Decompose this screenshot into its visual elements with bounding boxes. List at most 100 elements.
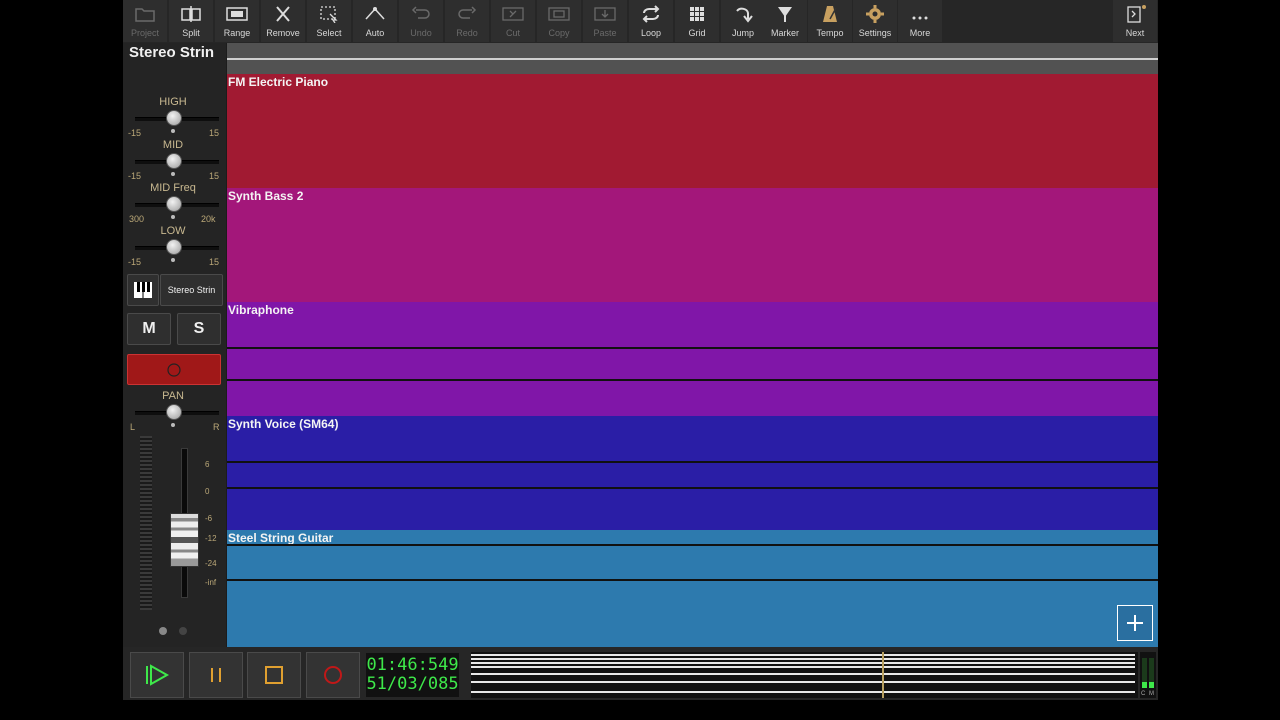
paste-button[interactable]: Paste <box>583 0 627 42</box>
track-name: FM Electric Piano <box>228 75 329 89</box>
cut-button[interactable]: Cut <box>491 0 535 42</box>
track-steel-string-guitar[interactable]: Steel String Guitar <box>227 530 1158 647</box>
copy-icon <box>548 7 570 21</box>
time-display[interactable]: 01:46:549 51/03/085 <box>366 653 459 697</box>
track-name: Synth Voice (SM64) <box>228 417 339 431</box>
tempo-button[interactable]: Tempo <box>808 0 852 42</box>
fader-scale-minus6: -6 <box>205 514 213 523</box>
track-name: Synth Bass 2 <box>228 189 304 203</box>
settings-button[interactable]: Settings <box>853 0 897 42</box>
region-divider <box>227 544 1158 546</box>
solo-button[interactable]: S <box>177 313 221 345</box>
channel-strip: Stereo Strin HIGH -15 15 MID -15 15 MID … <box>123 43 226 647</box>
ellipsis-icon <box>912 16 928 20</box>
stop-button[interactable] <box>247 652 301 698</box>
paste-label: Paste <box>593 28 617 38</box>
page-dot-1[interactable] <box>159 627 167 635</box>
instrument-name-button[interactable]: Stereo Strin <box>160 274 223 306</box>
next-button[interactable]: Next <box>1113 0 1157 42</box>
copy-label: Copy <box>548 28 570 38</box>
fader-scale-minus12: -12 <box>205 534 217 543</box>
cut-label: Cut <box>505 28 520 38</box>
track-vibraphone[interactable]: Vibraphone <box>227 302 1158 416</box>
folder-icon <box>135 8 155 22</box>
page-dot-2[interactable] <box>179 627 187 635</box>
time-readout: 01:46:549 <box>366 655 459 675</box>
track-fm-electric-piano[interactable]: FM Electric Piano <box>227 74 1158 188</box>
level-meter <box>140 436 152 610</box>
range-icon <box>226 7 248 21</box>
marker-button[interactable]: Marker <box>763 0 807 42</box>
eq-high-knob[interactable] <box>166 110 182 126</box>
metronome-icon <box>823 6 837 22</box>
fader-scale-6: 6 <box>205 460 210 469</box>
remove-button[interactable]: Remove <box>261 0 305 42</box>
volume-fader-cap[interactable] <box>170 513 199 567</box>
timeline-ruler[interactable] <box>227 43 1158 74</box>
pause-button[interactable] <box>189 652 243 698</box>
x-icon <box>276 6 290 22</box>
add-track-button[interactable] <box>1117 605 1153 641</box>
eq-mid-knob[interactable] <box>166 153 182 169</box>
loop-button[interactable]: Loop <box>629 0 673 42</box>
ruler-line <box>227 58 1158 60</box>
keyboard-icon <box>134 282 152 298</box>
eq-midfreq-knob[interactable] <box>166 196 182 212</box>
project-label: Project <box>130 28 159 38</box>
auto-button[interactable]: Auto <box>353 0 397 42</box>
eq-low-center-dot <box>171 258 175 262</box>
more-button[interactable]: More <box>898 0 942 42</box>
grid-button[interactable]: Grid <box>675 0 719 42</box>
eq-midfreq-center-dot <box>171 215 175 219</box>
meter-level-left <box>1142 682 1147 688</box>
cut-icon <box>502 7 524 21</box>
jump-button[interactable]: Jump <box>721 0 765 42</box>
split-button[interactable]: Split <box>169 0 213 42</box>
eq-low-knob[interactable] <box>166 239 182 255</box>
instrument-keyboard-button[interactable] <box>127 274 159 306</box>
record-button[interactable] <box>306 652 360 698</box>
pan-right-label: R <box>213 422 220 432</box>
redo-button[interactable]: Redo <box>445 0 489 42</box>
jump-label: Jump <box>731 28 754 38</box>
pan-label: PAN <box>162 390 184 402</box>
loop-label: Loop <box>640 28 662 38</box>
project-button[interactable]: Project <box>123 0 167 42</box>
fader-scale-inf: -inf <box>205 578 217 587</box>
record-arm-button[interactable] <box>127 354 221 385</box>
select-label: Select <box>316 28 342 38</box>
track-synth-voice[interactable]: Synth Voice (SM64) <box>227 416 1158 530</box>
eq-low-max: 15 <box>209 257 220 267</box>
select-button[interactable]: Select <box>307 0 351 42</box>
range-button[interactable]: Range <box>215 0 259 42</box>
copy-button[interactable]: Copy <box>537 0 581 42</box>
eq-midfreq-min: 300 <box>129 214 145 224</box>
eq-mid-min: -15 <box>128 171 142 181</box>
pan-knob[interactable] <box>166 404 182 420</box>
play-button[interactable] <box>130 652 184 698</box>
meter-level-right <box>1149 682 1154 688</box>
more-label: More <box>909 28 931 38</box>
record-icon <box>324 666 342 684</box>
remove-label: Remove <box>266 28 300 38</box>
grid-label: Grid <box>688 28 706 38</box>
eq-high-label: HIGH <box>159 96 187 108</box>
undo-button[interactable]: Undo <box>399 0 443 42</box>
mute-button[interactable]: M <box>127 313 171 345</box>
region-divider <box>227 379 1158 381</box>
track-name: Vibraphone <box>228 303 294 317</box>
eq-low-min: -15 <box>128 257 142 267</box>
eq-high-min: -15 <box>128 128 142 138</box>
jump-icon <box>736 7 753 23</box>
fader-scale-minus24: -24 <box>205 559 217 568</box>
song-overview[interactable] <box>471 652 1138 698</box>
playhead[interactable] <box>882 652 884 698</box>
play-icon <box>146 664 170 686</box>
track-synth-bass-2[interactable]: Synth Bass 2 <box>227 188 1158 302</box>
plus-icon <box>1127 615 1143 631</box>
fader-scale-0: 0 <box>205 487 210 496</box>
track-area: FM Electric Piano Synth Bass 2 Vibraphon… <box>227 43 1158 647</box>
next-panel-icon <box>1127 5 1146 23</box>
redo-label: Redo <box>456 28 478 38</box>
overview-track-line <box>471 658 1135 660</box>
